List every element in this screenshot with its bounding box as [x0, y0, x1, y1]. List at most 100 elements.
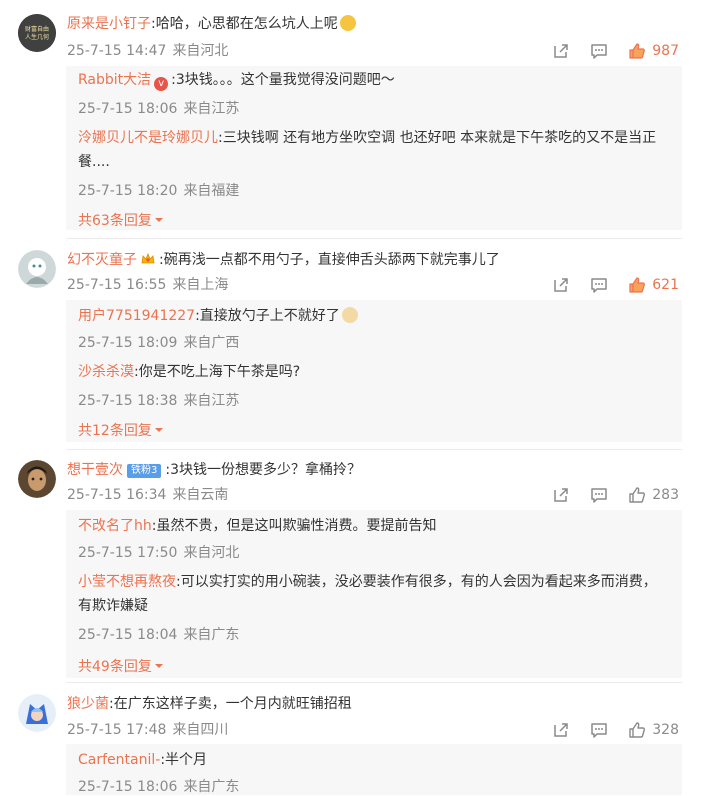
comment-location: 来自四川 — [172, 722, 229, 738]
reply-body-cont: 有欺诈嫌疑 — [78, 598, 148, 614]
svg-text:财富自由: 财富自由 — [25, 25, 49, 33]
laugh-emoji-icon — [339, 15, 356, 31]
comment-icon[interactable] — [590, 721, 608, 739]
comment-location: 来自云南 — [172, 487, 229, 503]
reply-body: :3块钱。。。这个量我觉得没问题吧～ — [171, 72, 395, 88]
comment-actions: 621 — [532, 275, 679, 295]
comment-body: :在广东这样子卖，一个月内就旺铺招租 — [109, 696, 352, 712]
share-icon[interactable] — [552, 276, 570, 294]
reply-location: 来自河北 — [183, 545, 240, 561]
comment-username[interactable]: 幻不灭童子 — [67, 252, 137, 268]
comment-location: 来自河北 — [172, 43, 229, 59]
reply-time: 25-7-15 18:38 — [78, 393, 178, 409]
comment-meta: 25-7-15 16:34 来自云南 — [67, 486, 228, 504]
like-button[interactable]: 621 — [628, 276, 679, 294]
reply-location: 来自广东 — [183, 627, 240, 643]
divider — [66, 682, 682, 683]
reply-list: 用户7751941227:直接放勺子上不就好了 25-7-15 18:09 来自广… — [66, 300, 682, 442]
reply-body: :可以实打实的用小碗装，没必要装作有很多，有的人会因为看起来多而消费， — [176, 574, 657, 590]
reply-username[interactable]: Rabbit大洁 — [78, 72, 151, 88]
comment-item: 想干壹次 铁粉3:3块钱一份想要多少？拿桶拎？ 25-7-15 16:34 来自云南… — [0, 458, 709, 686]
reply-location: 来自广东 — [183, 779, 240, 795]
reply-meta: 25-7-15 18:20 来自福建 — [78, 180, 239, 200]
comment-time: 25-7-15 16:55 — [67, 277, 167, 293]
reply-time: 25-7-15 18:06 — [78, 779, 178, 795]
reply-body: :半个月 — [160, 752, 208, 768]
share-icon[interactable] — [552, 42, 570, 60]
reply-body: :三块钱啊 还有地方坐吹空调 也还好吧 本来就是下午茶吃的又不是当正 — [218, 130, 657, 146]
verified-badge-icon: v — [154, 77, 169, 91]
chevron-down-icon — [154, 425, 164, 435]
comment-icon[interactable] — [590, 276, 608, 294]
comment-time: 25-7-15 14:47 — [67, 43, 167, 59]
reply-list: 不改名了hh:虽然不贵，但是这叫欺骗性消费。要提前告知 25-7-15 17:5… — [66, 510, 682, 678]
comment-meta: 25-7-15 16:55 来自上海 — [67, 276, 228, 294]
like-button[interactable]: 987 — [628, 42, 679, 60]
like-count: 987 — [652, 43, 679, 59]
reply-time: 25-7-15 18:09 — [78, 335, 178, 351]
like-count: 283 — [652, 487, 679, 503]
comment-username[interactable]: 狼少菌 — [67, 696, 109, 712]
reply-username[interactable]: 沙杀杀漠 — [78, 364, 134, 380]
fan-badge: 铁粉3 — [127, 464, 162, 478]
like-icon — [628, 42, 646, 60]
reply-username[interactable]: Carfentanil- — [78, 752, 160, 768]
reply-location: 来自江苏 — [183, 101, 240, 117]
reply-text: 用户7751941227:直接放勺子上不就好了 — [78, 304, 670, 328]
reply-text: 沙杀杀漠:你是不吃上海下午茶是吗? — [78, 360, 670, 384]
avatar[interactable] — [18, 694, 56, 732]
reply-body: :你是不吃上海下午茶是吗? — [134, 364, 301, 380]
like-count: 621 — [652, 277, 679, 293]
reply-text: Carfentanil-:半个月 — [78, 748, 670, 772]
reply-meta: 25-7-15 18:06 来自广东 — [78, 776, 239, 796]
reply-body: :直接放勺子上不就好了 — [195, 308, 340, 324]
avatar[interactable] — [18, 460, 56, 498]
share-icon[interactable] — [552, 721, 570, 739]
reply-username[interactable]: 不改名了hh — [78, 518, 152, 534]
like-button[interactable]: 328 — [628, 721, 679, 739]
more-replies-link[interactable]: 共63条回复 — [78, 210, 164, 230]
comment-actions: 987 — [532, 41, 679, 61]
reply-meta: 25-7-15 18:38 来自江苏 — [78, 390, 239, 410]
comment-time: 25-7-15 16:34 — [67, 487, 167, 503]
comment-meta: 25-7-15 14:47 来自河北 — [67, 42, 228, 60]
avatar[interactable] — [18, 250, 56, 288]
comment-icon[interactable] — [590, 42, 608, 60]
reply-body-cont: 餐.... — [78, 154, 110, 170]
reply-meta: 25-7-15 18:06 来自江苏 — [78, 98, 239, 118]
reply-location: 来自广西 — [183, 335, 240, 351]
chevron-down-icon — [154, 661, 164, 671]
comment-body: :碗再浅一点都不用勺子，直接伸舌头舔两下就完事儿了 — [159, 252, 500, 268]
comment-icon[interactable] — [590, 486, 608, 504]
like-icon — [628, 486, 646, 504]
like-button[interactable]: 283 — [628, 486, 679, 504]
like-icon — [628, 721, 646, 739]
chevron-down-icon — [154, 215, 164, 225]
comment-username[interactable]: 原来是小钉子 — [67, 16, 151, 32]
comment-item: 狼少菌:在广东这样子卖，一个月内就旺铺招租 25-7-15 17:48 来自四川 … — [0, 694, 709, 795]
reply-time: 25-7-15 17:50 — [78, 545, 178, 561]
reply-list: Carfentanil-:半个月 25-7-15 18:06 来自广东 — [66, 744, 682, 795]
more-replies-link[interactable]: 共12条回复 — [78, 420, 164, 440]
reply-location: 来自江苏 — [183, 393, 240, 409]
reply-time: 25-7-15 18:06 — [78, 101, 178, 117]
reply-body: :虽然不贵，但是这叫欺骗性消费。要提前告知 — [151, 518, 437, 534]
comment-text: 原来是小钉子:哈哈，心思都在怎么坑人上呢 — [67, 14, 689, 34]
comment-item: 财富自由 人生几何 原来是小钉子:哈哈，心思都在怎么坑人上呢 25-7-15 1… — [0, 0, 709, 240]
reply-text: 不改名了hh:虽然不贵，但是这叫欺骗性消费。要提前告知 — [78, 514, 670, 538]
comment-body: :3块钱一份想要多少？拿桶拎？ — [165, 462, 361, 478]
reply-username[interactable]: 小莹不想再熬夜 — [78, 574, 176, 590]
share-icon[interactable] — [552, 486, 570, 504]
comment-text: 幻不灭童子 :碗再浅一点都不用勺子，直接伸舌头舔两下就完事儿了 — [67, 250, 689, 270]
reply-meta: 25-7-15 17:50 来自河北 — [78, 542, 239, 562]
divider — [66, 238, 682, 239]
comment-time: 25-7-15 17:48 — [67, 722, 167, 738]
reply-text: 泠娜贝儿不是玲娜贝儿:三块钱啊 还有地方坐吹空调 也还好吧 本来就是下午茶吃的又… — [78, 126, 670, 174]
comment-meta: 25-7-15 17:48 来自四川 — [67, 721, 228, 739]
more-replies-link[interactable]: 共49条回复 — [78, 656, 164, 676]
reply-username[interactable]: 泠娜贝儿不是玲娜贝儿 — [78, 130, 218, 146]
reply-username[interactable]: 用户7751941227 — [78, 308, 195, 324]
avatar[interactable]: 财富自由 人生几何 — [18, 14, 56, 52]
comment-username[interactable]: 想干壹次 — [67, 462, 123, 478]
comment-actions: 283 — [532, 485, 679, 505]
